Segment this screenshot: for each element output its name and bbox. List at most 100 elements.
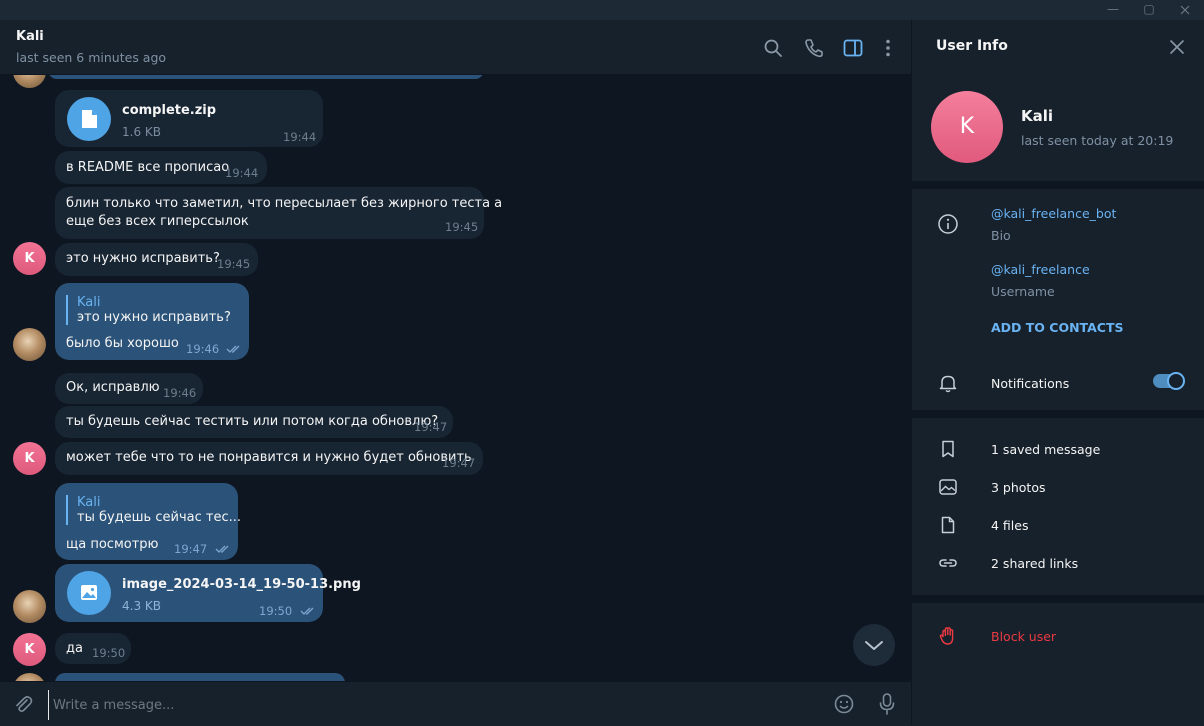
message-text: в README все прописао <box>66 160 230 175</box>
file-message[interactable]: complete.zip 1.6 KB 19:44 <box>55 90 323 147</box>
avatar[interactable]: K <box>13 242 46 275</box>
message-time: 19:47 <box>442 456 476 470</box>
profile-status: last seen today at 20:19 <box>1021 133 1174 148</box>
window-titlebar: — ▢ <box>0 0 1204 20</box>
reply-message[interactable]: Kali ты будешь сейчас тес... ща посмотрю… <box>55 483 241 560</box>
message-bubble[interactable]: в README все прописао 19:44 <box>55 151 267 184</box>
chat-header[interactable]: Kali last seen 6 minutes ago <box>0 20 911 75</box>
message-time: 19:46 <box>186 342 220 356</box>
bio-value[interactable]: @kali_freelance_bot <box>991 206 1116 221</box>
scroll-down-button[interactable] <box>853 624 895 666</box>
message-time: 19:45 <box>217 257 251 271</box>
file-size: 4.3 KB <box>122 599 161 613</box>
reply-author: Kali <box>77 295 101 310</box>
close-window-button[interactable] <box>1168 0 1202 20</box>
message-text: было бы хорошо <box>66 336 179 351</box>
section-separator <box>912 410 1204 418</box>
search-icon[interactable] <box>762 37 784 59</box>
bio-label: Bio <box>991 228 1011 243</box>
message-input[interactable] <box>48 690 815 720</box>
username-label: Username <box>991 284 1055 299</box>
image-file-icon[interactable] <box>67 571 111 615</box>
message-text-line-2: еще без всех гиперссылок <box>66 214 249 229</box>
reply-text: ты будешь сейчас тес... <box>77 510 241 525</box>
avatar[interactable] <box>13 590 46 623</box>
message-time: 19:45 <box>445 220 479 234</box>
message-text: ты будешь сейчас тестить или потом когда… <box>66 414 439 429</box>
minimize-button[interactable]: — <box>1096 0 1130 20</box>
message-bubble-partial[interactable] <box>48 75 484 79</box>
message-bubble[interactable]: это нужно исправить? 19:45 <box>55 243 258 276</box>
message-time: 19:50 <box>259 604 293 618</box>
message-time: 19:47 <box>174 542 208 556</box>
sidebar-toggle-icon[interactable] <box>842 37 864 59</box>
bell-icon <box>939 375 957 393</box>
message-text: Ок, исправлю <box>66 380 160 395</box>
reply-author: Kali <box>77 495 101 510</box>
profile-avatar[interactable]: K <box>931 91 1003 163</box>
avatar[interactable]: K <box>13 442 46 475</box>
message-bubble[interactable]: ты будешь сейчас тестить или потом когда… <box>55 406 453 438</box>
file-message[interactable]: image_2024-03-14_19-50-13.png 4.3 KB 19:… <box>55 564 361 622</box>
message-time: 19:50 <box>92 646 126 660</box>
bookmark-icon <box>942 440 954 458</box>
hand-stop-icon <box>939 627 954 645</box>
file-name[interactable]: complete.zip <box>122 103 216 118</box>
toggle-knob <box>1167 372 1185 390</box>
attach-icon[interactable] <box>12 693 34 715</box>
message-text-line-1: блин только что заметил, что пересылает … <box>66 196 503 211</box>
message-bubble[interactable]: Ок, исправлю 19:46 <box>55 373 203 404</box>
avatar[interactable] <box>13 673 46 681</box>
message-time: 19:46 <box>163 386 197 400</box>
notifications-toggle[interactable] <box>1153 372 1185 390</box>
section-separator <box>912 595 1204 603</box>
saved-messages-item[interactable]: 1 saved message <box>991 442 1100 457</box>
read-ticks-icon <box>226 345 240 353</box>
block-user-button[interactable]: Block user <box>991 629 1056 644</box>
more-vertical-icon[interactable] <box>877 37 899 59</box>
file-icon[interactable] <box>67 97 111 141</box>
message-text: может тебе что то не понравится и нужно … <box>66 450 472 465</box>
message-text: это нужно исправить? <box>66 251 220 266</box>
file-icon <box>941 516 955 534</box>
shared-links-item[interactable]: 2 shared links <box>991 556 1078 571</box>
microphone-icon[interactable] <box>876 692 898 716</box>
message-text: ща посмотрю <box>66 537 159 552</box>
chevron-down-icon <box>865 641 883 650</box>
link-icon <box>939 559 957 567</box>
notifications-label: Notifications <box>991 376 1070 391</box>
avatar[interactable] <box>13 75 46 88</box>
panel-title: User Info <box>936 38 1008 54</box>
info-icon <box>938 214 958 234</box>
file-name[interactable]: image_2024-03-14_19-50-13.png <box>122 577 361 592</box>
chat-status: last seen 6 minutes ago <box>16 50 167 65</box>
username-value[interactable]: @kali_freelance <box>991 262 1090 277</box>
phone-icon[interactable] <box>803 37 825 59</box>
message-composer <box>0 681 911 726</box>
close-icon <box>1180 5 1190 15</box>
user-info-panel: User Info K Kali last seen today at 20:1… <box>912 20 1204 725</box>
reply-quote[interactable]: Kali это нужно исправить? <box>66 295 231 325</box>
message-bubble[interactable]: блин только что заметил, что пересылает … <box>55 187 502 239</box>
message-text: да <box>66 641 83 656</box>
reply-text: это нужно исправить? <box>77 310 231 325</box>
message-bubble[interactable]: да 19:50 <box>55 633 131 664</box>
emoji-icon[interactable] <box>833 693 855 715</box>
files-item[interactable]: 4 files <box>991 518 1028 533</box>
avatar[interactable] <box>13 328 46 361</box>
reply-message[interactable]: Kali это нужно исправить? было бы хорошо… <box>55 283 249 360</box>
photos-item[interactable]: 3 photos <box>991 480 1046 495</box>
message-bubble[interactable]: может тебе что то не понравится и нужно … <box>55 442 483 475</box>
message-bubble-partial[interactable] <box>55 673 345 681</box>
maximize-button[interactable]: ▢ <box>1132 0 1166 20</box>
add-to-contacts-button[interactable]: ADD TO CONTACTS <box>991 320 1123 335</box>
avatar[interactable]: K <box>13 633 46 666</box>
reply-quote[interactable]: Kali ты будешь сейчас тес... <box>66 495 241 525</box>
chat-title[interactable]: Kali <box>16 29 44 44</box>
message-list[interactable]: complete.zip 1.6 KB 19:44 в README все п… <box>0 75 911 681</box>
message-time: 19:44 <box>283 130 317 144</box>
message-time: 19:47 <box>414 420 448 434</box>
read-ticks-icon <box>215 545 229 553</box>
close-icon[interactable] <box>1169 39 1185 55</box>
photo-icon <box>939 479 957 495</box>
